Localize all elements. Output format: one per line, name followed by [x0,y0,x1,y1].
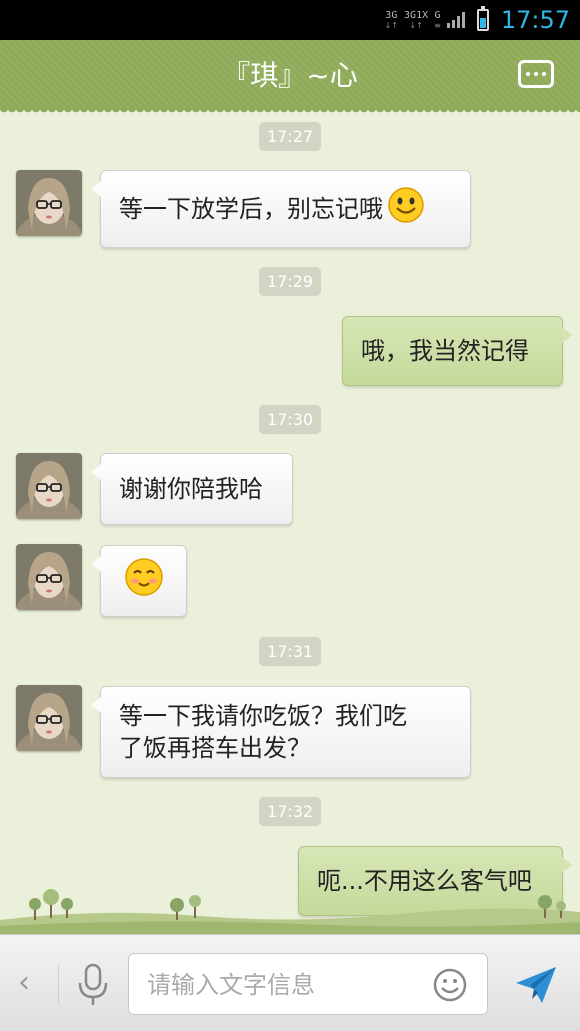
incoming-emoji-message[interactable] [91,545,187,617]
scenery-decoration [0,889,580,934]
avatar-image [16,453,82,519]
chat-header: 『琪』~心 [0,40,580,114]
chat-title: 『琪』~心 [222,59,358,92]
send-icon[interactable] [512,961,560,1009]
avatar-image [16,544,82,610]
avatar-image [16,170,82,236]
timestamp: 17:27 [0,122,580,151]
message-input[interactable] [147,966,417,1004]
status-clock: 17:57 [500,6,570,34]
battery-level-fill [479,18,486,28]
incoming-message[interactable]: 谢谢你陪我哈 [91,453,293,525]
incoming-message[interactable]: 等一下我请你吃饭？我们吃 了饭再搭车出发？ [91,686,471,778]
avatar[interactable] [16,544,82,610]
signal-strength-icon [446,12,465,28]
input-bar: ‹ [0,934,580,1031]
network-g-indicator: G ≡ [434,9,441,30]
status-bar: 3G ↓↑ 3G1X ↓↑ G ≡ 17:57 [0,0,580,40]
more-dots-icon[interactable] [518,60,554,88]
smile-emoji [387,186,425,232]
timestamp: 17:29 [0,267,580,296]
battery-icon [476,6,489,31]
chevron-left-icon[interactable]: ‹ [18,965,30,1000]
network-3g-indicator: 3G ↓↑ [384,9,399,30]
message-list[interactable]: 17:27 等一下放学后，别忘记哦 17:29 哦，我当然记得 17:30 谢谢… [0,108,580,934]
outgoing-message[interactable]: 哦，我当然记得 [342,316,572,386]
microphone-icon[interactable] [76,963,110,1007]
incoming-message[interactable]: 等一下放学后，别忘记哦 [91,170,471,248]
avatar-image [16,685,82,751]
avatar[interactable] [16,170,82,236]
blush-emoji [124,557,164,605]
divider [58,965,59,1005]
timestamp: 17:32 [0,797,580,826]
message-input-box[interactable] [128,953,488,1015]
timestamp: 17:31 [0,637,580,666]
avatar[interactable] [16,685,82,751]
timestamp: 17:30 [0,405,580,434]
smiley-icon[interactable] [433,968,467,1002]
network-3g1x-indicator: 3G1X ↓↑ [404,9,429,30]
avatar[interactable] [16,453,82,519]
